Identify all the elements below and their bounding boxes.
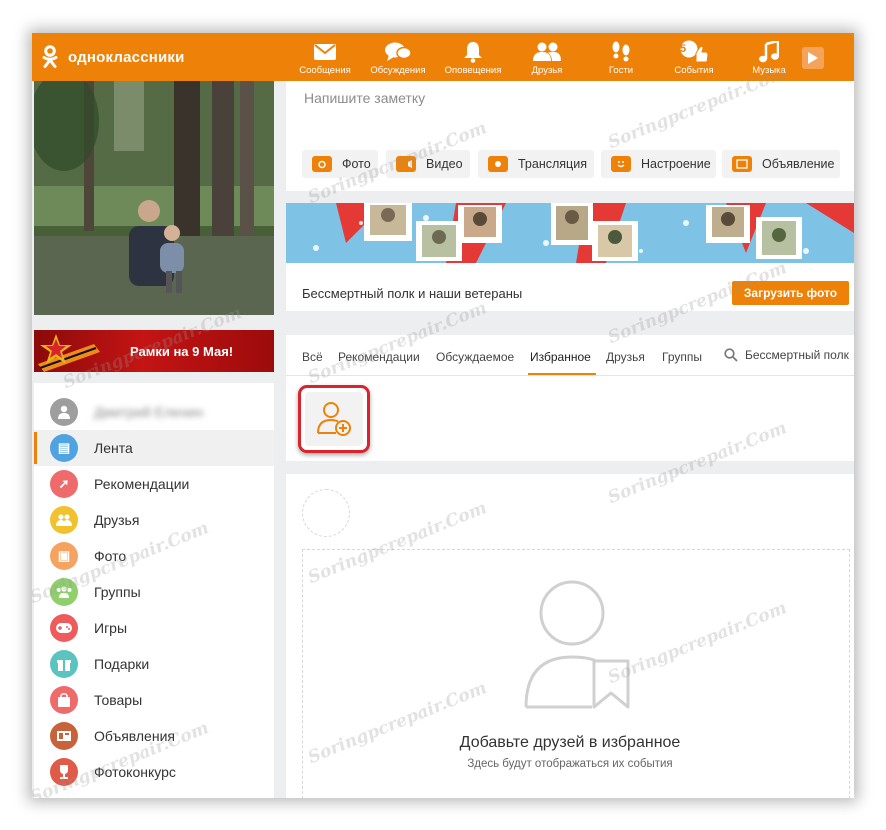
chat-bubbles-icon <box>363 39 433 65</box>
trophy-icon <box>50 758 78 786</box>
tab-search[interactable]: Бессмертный полк <box>724 348 849 362</box>
left-sidebar: Дмитрий Еленин ▤ Лента ➚ Рекомендации Др… <box>34 383 274 798</box>
add-favorite-button-inner <box>305 392 363 446</box>
tab-search-label: Бессмертный полк <box>745 348 849 362</box>
sidebar-item-friends[interactable]: Друзья <box>34 502 274 538</box>
note-input[interactable]: Напишите заметку <box>304 90 425 106</box>
profile-photo[interactable] <box>34 81 274 315</box>
nav-music[interactable]: Музыка <box>734 39 804 76</box>
nav-guests[interactable]: Гости <box>586 39 656 76</box>
photo-post-button[interactable]: Фото <box>302 150 378 178</box>
post-composer: Напишите заметку Фото Видео Трансляция Н… <box>286 81 854 191</box>
immortal-regiment-banner-image[interactable] <box>286 203 854 263</box>
envelope-icon <box>290 39 360 65</box>
victory-star-icon <box>34 330 116 372</box>
sidebar-item-feed[interactable]: ▤ Лента <box>34 430 274 466</box>
tab-discussed[interactable]: Обсуждаемое <box>436 350 514 364</box>
announcement-post-button[interactable]: Объявление <box>722 150 840 178</box>
promo-text: Бессмертный полк и наши ветераны <box>302 286 523 301</box>
bell-icon <box>438 39 508 65</box>
sidebar-item-groups[interactable]: Группы <box>34 574 274 610</box>
gift-icon <box>50 650 78 678</box>
tab-friends[interactable]: Друзья <box>606 350 645 364</box>
placeholder-avatar <box>302 489 350 537</box>
bag-icon <box>50 686 78 714</box>
video-post-button[interactable]: Видео <box>386 150 470 178</box>
sidebar-item-gifts[interactable]: Подарки <box>34 646 274 682</box>
groups-icon <box>50 578 78 606</box>
search-icon <box>724 348 738 362</box>
video-camera-icon <box>396 156 416 172</box>
ok-logo-icon <box>40 45 60 69</box>
sidebar-item-goods[interactable]: Товары <box>34 682 274 718</box>
tab-all[interactable]: Всё <box>302 350 323 364</box>
ok-logo[interactable]: одноклассники <box>40 45 185 69</box>
footprints-icon <box>586 39 656 65</box>
feed-filter-tabs: Всё Рекомендации Обсуждаемое Избранное Д… <box>286 335 854 461</box>
favorites-empty-state: Добавьте друзей в избранное Здесь будут … <box>286 474 854 798</box>
sidebar-item-photo-contest[interactable]: Фотоконкурс <box>34 754 274 790</box>
app-window: одноклассники Сообщения Обсуждения Опове… <box>32 33 854 798</box>
smiley-icon <box>611 156 631 172</box>
photo-icon: ▣ <box>50 542 78 570</box>
events-badge: 5 <box>680 43 687 55</box>
sidebar-item-ads[interactable]: Объявления <box>34 718 274 754</box>
may-9-frames-banner[interactable]: Рамки на 9 Мая! <box>34 330 274 372</box>
mood-post-button[interactable]: Настроение <box>601 150 716 178</box>
announcement-icon <box>732 156 752 172</box>
empty-state-subtitle: Здесь будут отображаться их события <box>467 758 673 770</box>
ads-icon <box>50 722 78 750</box>
broadcast-icon <box>488 156 508 172</box>
nav-discussions[interactable]: Обсуждения <box>363 39 433 76</box>
sidebar-item-recommendations[interactable]: ➚ Рекомендации <box>34 466 274 502</box>
tabs-divider <box>286 375 854 376</box>
feed-icon: ▤ <box>50 434 78 462</box>
tab-favorites[interactable]: Избранное <box>530 350 591 364</box>
sidebar-item-profile[interactable]: Дмитрий Еленин <box>34 394 274 430</box>
compass-icon: ➚ <box>50 470 78 498</box>
empty-state-title: Добавьте друзей в избранное <box>459 734 681 751</box>
friends-icon <box>512 39 582 65</box>
add-favorite-button[interactable] <box>298 385 370 453</box>
video-play-icon[interactable] <box>802 47 824 69</box>
top-navigation-bar: одноклассники Сообщения Обсуждения Опове… <box>32 33 854 81</box>
favorite-person-icon <box>524 580 630 709</box>
nav-friends[interactable]: Друзья <box>512 39 582 76</box>
sidebar-item-photo[interactable]: ▣ Фото <box>34 538 274 574</box>
ok-logo-text: одноклассники <box>68 48 185 66</box>
sidebar-item-games[interactable]: Игры <box>34 610 274 646</box>
add-user-icon <box>317 402 351 436</box>
nav-notifications[interactable]: Оповещения <box>438 39 508 76</box>
nav-messages[interactable]: Сообщения <box>290 39 360 76</box>
tab-recommendations[interactable]: Рекомендации <box>338 350 420 364</box>
nav-events[interactable]: 5 События <box>659 39 729 76</box>
immortal-regiment-promo: Бессмертный полк и наши ветераны Загрузи… <box>286 203 854 311</box>
broadcast-post-button[interactable]: Трансляция <box>478 150 594 178</box>
like-events-icon: 5 <box>659 39 729 65</box>
friends-icon <box>50 506 78 534</box>
music-note-icon <box>734 39 804 65</box>
upload-photo-button[interactable]: Загрузить фото <box>732 281 849 305</box>
user-avatar-icon <box>50 398 78 426</box>
camera-icon <box>312 156 332 172</box>
tab-groups[interactable]: Группы <box>662 350 702 364</box>
gamepad-icon <box>50 614 78 642</box>
